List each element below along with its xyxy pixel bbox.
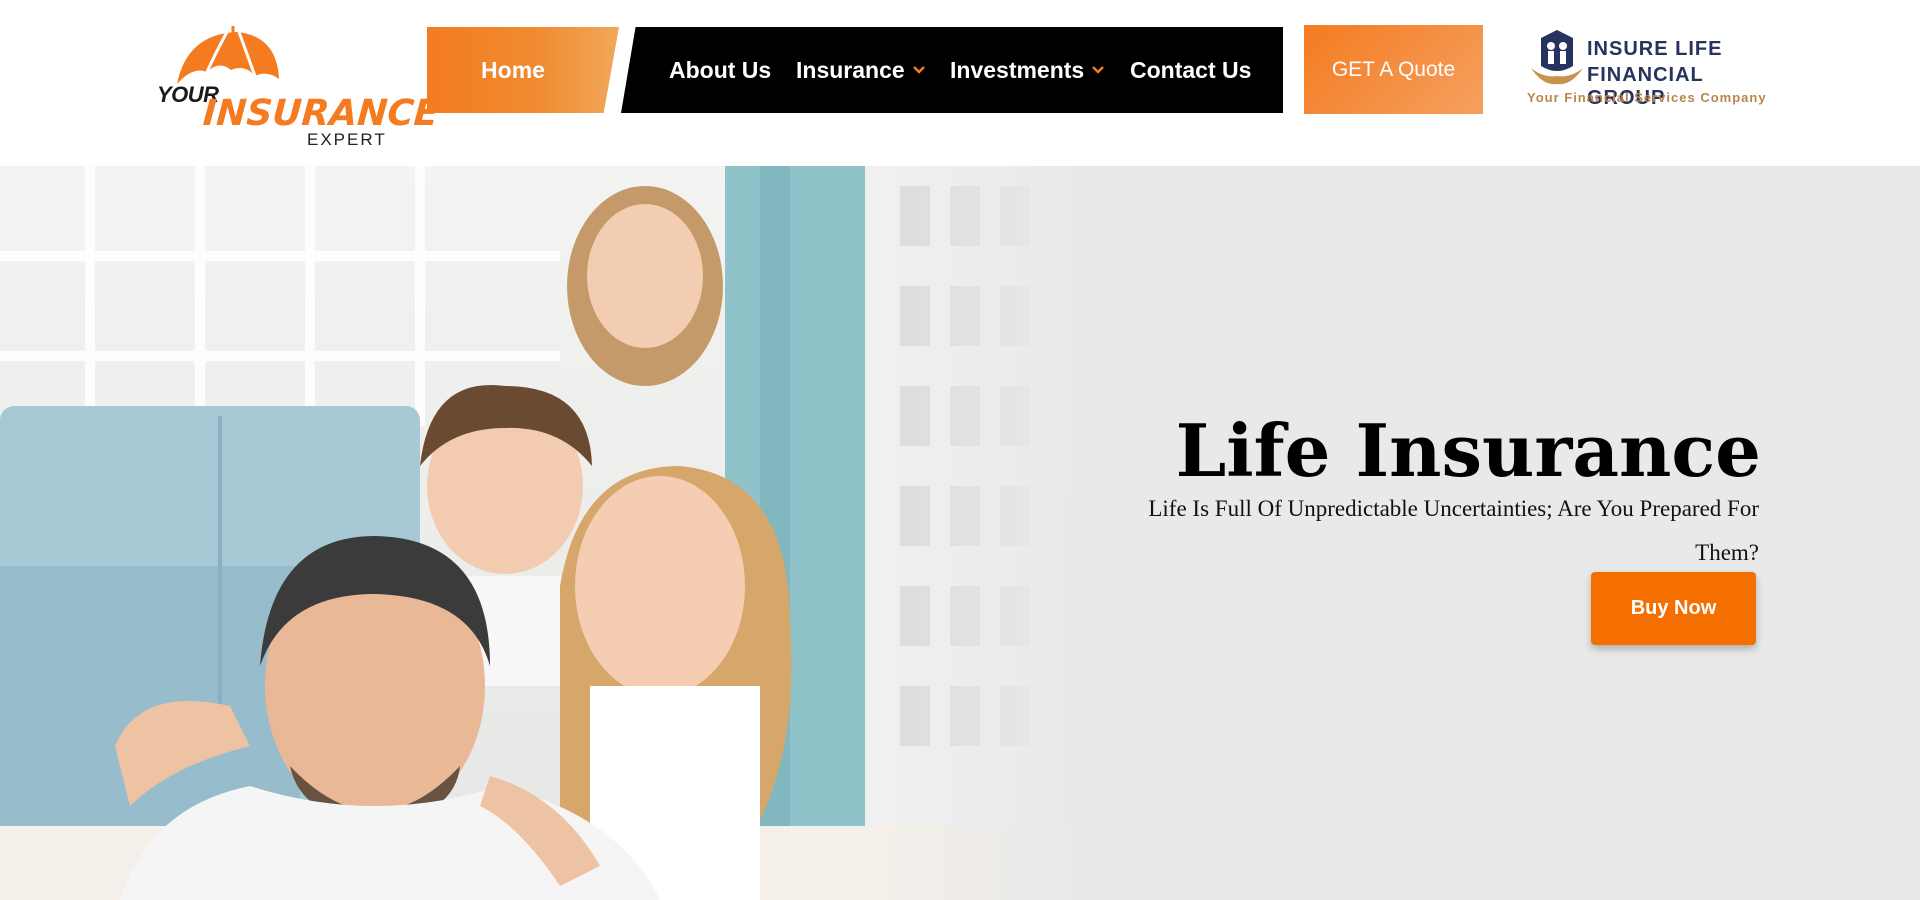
hero-subtitle: Life Is Full Of Unpredictable Uncertaint… [1148,496,1759,565]
chevron-down-icon [912,66,925,74]
logo-text-insurance: INSURANCE [201,93,440,134]
partner-tagline: Your Financial Services Company [1527,90,1767,105]
partner-name-line1: INSURE LIFE [1587,38,1723,60]
nav-about-us[interactable]: About Us [669,27,771,113]
nav-contact-us-label: Contact Us [1130,56,1252,83]
nav-contact-us[interactable]: Contact Us [1130,27,1251,113]
nav-insurance-label: Insurance [796,56,905,83]
nav-investments-label: Investments [950,56,1085,83]
logo-text-expert: EXPERT [307,130,387,149]
site-header: YOUR INSURANCE EXPERT Home About Us Insu… [0,0,1920,166]
nav-home[interactable]: Home [427,27,619,113]
nav-about-us-label: About Us [669,56,772,83]
get-quote-button[interactable]: GET A Quote [1304,25,1483,114]
hero-title: Life Insurance [1175,408,1761,494]
partner-logo: INSURE LIFE FINANCIAL GROUP Your Financi… [1525,28,1785,112]
nav-insurance[interactable]: Insurance [796,27,926,113]
site-logo[interactable]: YOUR INSURANCE EXPERT [155,24,440,150]
buy-now-button[interactable]: Buy Now [1591,572,1756,645]
hero-section: Life Insurance Life Is Full Of Unpredict… [0,166,1920,900]
chevron-down-icon [1092,66,1105,74]
nav-investments[interactable]: Investments [950,27,1105,113]
photo-fade-overlay [880,166,1080,900]
